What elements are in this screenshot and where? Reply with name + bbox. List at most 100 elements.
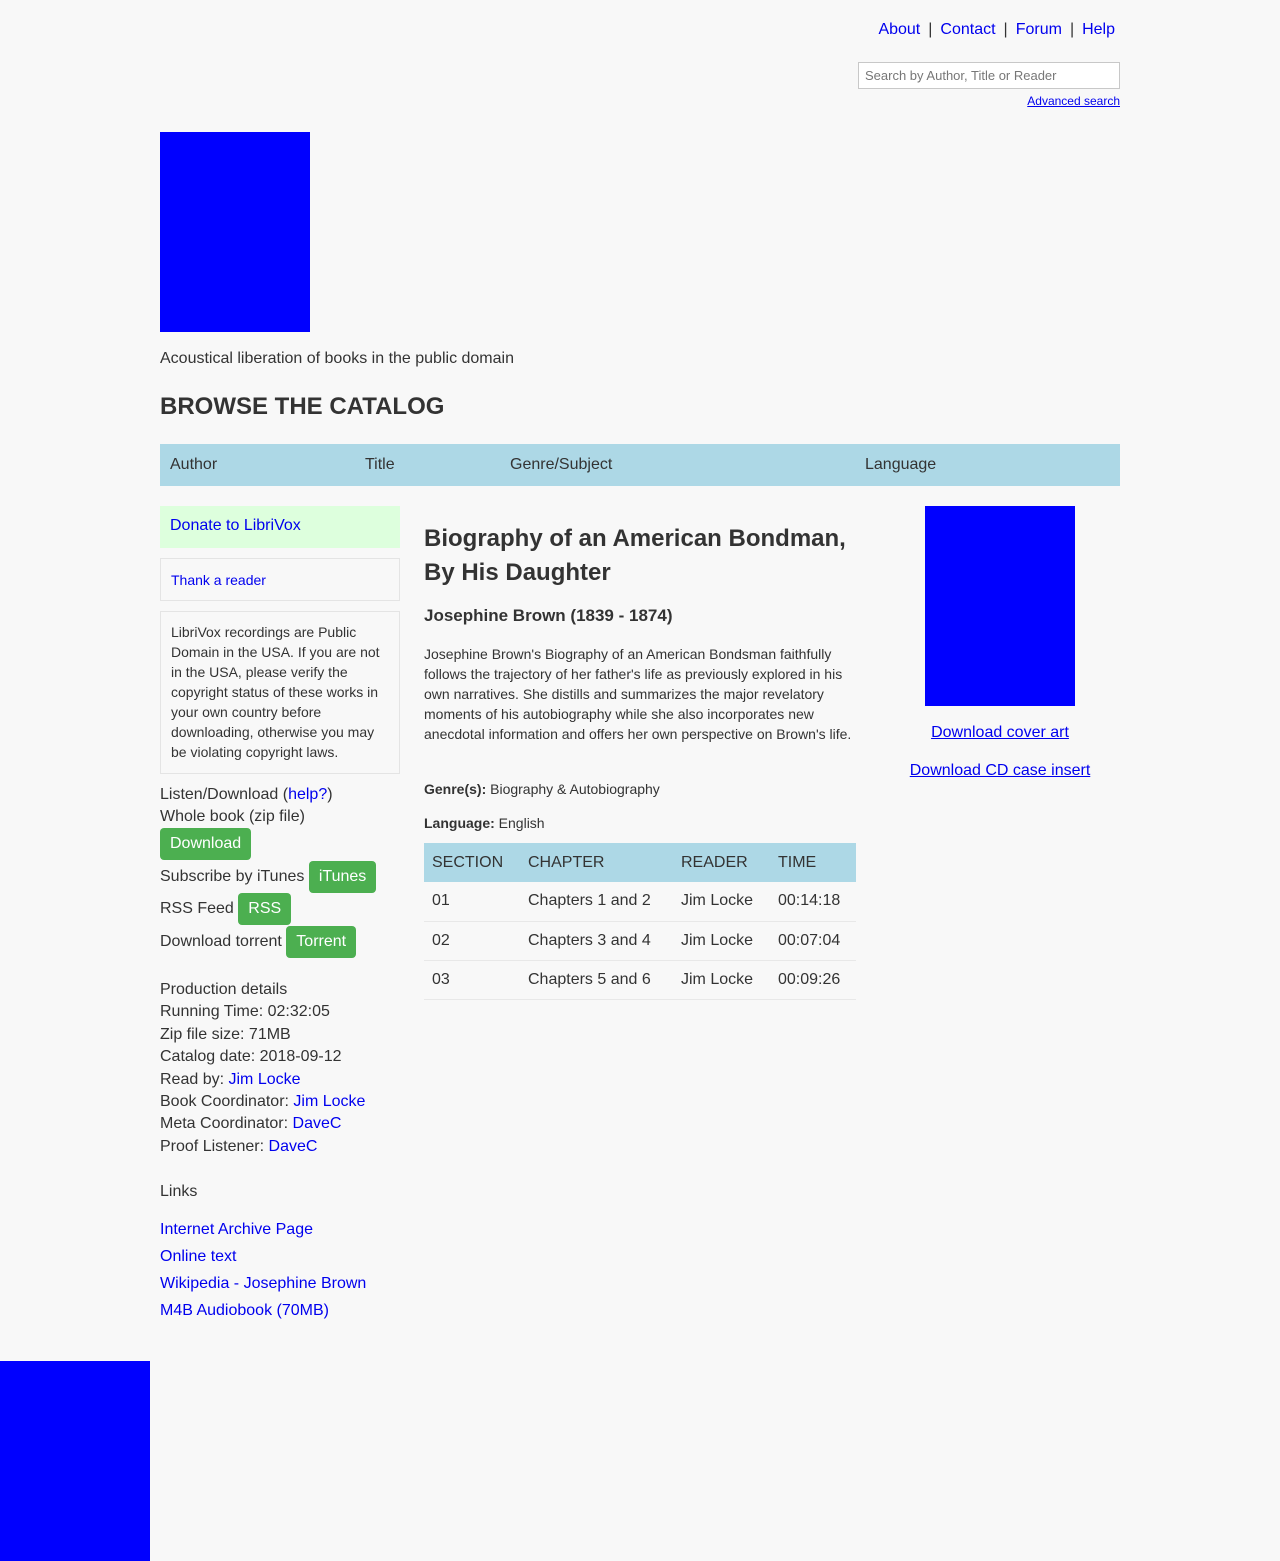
itunes-label: Subscribe by iTunes [160,868,305,886]
thank-reader-box: Thank a reader [160,558,400,601]
genre-line: Genre(s): Biography & Autobiography [424,779,660,799]
reader-name[interactable]: Jim Locke [673,921,770,961]
torrent-button[interactable]: Torrent [286,926,357,958]
running-time-line: Running Time: 02:32:05 [160,1001,420,1023]
sections-table: SECTION CHAPTER READER TIME 01 Chapters … [424,843,856,1000]
proof-listener-label: Proof Listener: [160,1137,265,1155]
donate-box: Donate to LibriVox [160,506,400,548]
catalog-tab-language[interactable]: Language [865,455,936,475]
genre-value: Biography & Autobiography [490,781,660,797]
table-row: 03 Chapters 5 and 6 Jim Locke 00:09:26 [424,960,856,1000]
whole-book-label: Whole book (zip file) [160,808,305,825]
rss-row: RSS Feed RSS [160,893,420,926]
section-time: 00:07:04 [770,921,856,961]
listen-download-close: ) [327,786,333,803]
book-coordinator-label: Book Coordinator: [160,1093,289,1111]
meta-coordinator-link[interactable]: DaveC [293,1115,342,1132]
advanced-search-link[interactable]: Advanced search [1027,94,1120,108]
nav-about-link[interactable]: About [878,21,920,38]
book-coordinator-link[interactable]: Jim Locke [293,1093,365,1110]
catalog-browse-bar: Author Title Genre/Subject Language [160,444,1120,486]
book-author: Josephine Brown (1839 - 1874) [424,606,673,625]
section-time: 00:09:26 [770,960,856,1000]
top-nav: About | Contact | Forum | Help [878,20,1115,40]
nav-separator: | [1069,21,1075,38]
production-heading: Production details [160,981,288,998]
nav-help-link[interactable]: Help [1082,21,1115,38]
itunes-row: Subscribe by iTunes iTunes [160,861,420,893]
catalog-tab-author[interactable]: Author [170,455,217,475]
rss-label: RSS Feed [160,900,234,918]
nav-separator: | [928,21,933,38]
section-number: 01 [424,882,520,922]
meta-coordinator-label: Meta Coordinator: [160,1115,289,1133]
site-logo-image[interactable] [160,132,310,332]
header-time: TIME [770,843,856,882]
m4b-audiobook-link[interactable]: M4B Audiobook (70MB) [160,1301,366,1328]
table-row: 02 Chapters 3 and 4 Jim Locke 00:07:04 [424,921,856,961]
internet-archive-link[interactable]: Internet Archive Page [160,1220,366,1247]
site-tagline: Acoustical liberation of books in the pu… [160,350,514,367]
nav-separator: | [1003,21,1008,38]
zip-size-value: 71MB [248,1025,291,1043]
reader-name[interactable]: Jim Locke [673,882,770,922]
listen-download-section: Listen/Download (help?) Whole book (zip … [160,784,420,959]
chapter-title[interactable]: Chapters 1 and 2 [520,882,673,922]
zip-size-label: Zip file size: [160,1025,245,1043]
listen-download-label: Listen/Download ( [160,786,289,803]
header-reader: READER [673,843,770,882]
download-button[interactable]: Download [160,828,252,860]
book-title: Biography of an American Bondman, By His… [424,525,846,586]
nav-forum-link[interactable]: Forum [1016,21,1062,38]
proof-listener-line: Proof Listener: DaveC [160,1136,420,1158]
torrent-label: Download torrent [160,933,282,951]
links-heading: Links [160,1183,198,1200]
genre-label: Genre(s): [424,781,487,797]
header-chapter: CHAPTER [520,843,673,882]
language-value: English [498,815,545,831]
download-row: Download [160,828,420,861]
book-description: Josephine Brown's Biography of an Americ… [424,646,852,742]
rss-button[interactable]: RSS [238,893,292,925]
links-list: Internet Archive Page Online text Wikipe… [160,1220,366,1328]
help-link[interactable]: help? [288,786,327,803]
catalog-date-label: Catalog date: [160,1048,256,1066]
chapter-title[interactable]: Chapters 3 and 4 [520,921,673,961]
language-label: Language: [424,815,495,831]
production-details: Production details Running Time: 02:32:0… [160,979,420,1158]
donate-link[interactable]: Donate to LibriVox [170,517,301,534]
nav-contact-link[interactable]: Contact [940,21,995,38]
reader-name[interactable]: Jim Locke [673,960,770,1000]
torrent-row: Download torrent Torrent [160,926,420,959]
language-line: Language: English [424,813,545,833]
running-time-label: Running Time: [160,1003,264,1021]
section-number: 02 [424,921,520,961]
catalog-date-line: Catalog date: 2018-09-12 [160,1046,420,1068]
book-coordinator-line: Book Coordinator: Jim Locke [160,1091,420,1113]
section-time: 00:14:18 [770,882,856,922]
read-by-link[interactable]: Jim Locke [229,1071,301,1088]
meta-coordinator-line: Meta Coordinator: DaveC [160,1113,420,1135]
table-row: 01 Chapters 1 and 2 Jim Locke 00:14:18 [424,882,856,922]
catalog-tab-genre[interactable]: Genre/Subject [510,455,612,475]
thank-reader-link[interactable]: Thank a reader [171,572,266,588]
running-time-value: 02:32:05 [267,1003,330,1021]
search-input[interactable] [858,62,1120,89]
header-section: SECTION [424,843,520,882]
itunes-button[interactable]: iTunes [308,861,377,893]
read-by-label: Read by: [160,1070,225,1088]
browse-catalog-heading: BROWSE THE CATALOG [160,393,445,420]
listen-download-heading: Listen/Download (help?) [160,784,420,806]
section-number: 03 [424,960,520,1000]
book-cover-image [925,506,1075,706]
download-cd-insert-link[interactable]: Download CD case insert [880,761,1120,781]
chapter-title[interactable]: Chapters 5 and 6 [520,960,673,1000]
zip-size-line: Zip file size: 71MB [160,1024,420,1046]
online-text-link[interactable]: Online text [160,1247,366,1274]
proof-listener-link[interactable]: DaveC [269,1138,318,1155]
wikipedia-link[interactable]: Wikipedia - Josephine Brown [160,1274,366,1301]
read-by-line: Read by: Jim Locke [160,1069,420,1091]
download-cover-art-link[interactable]: Download cover art [880,723,1120,743]
public-domain-notice: LibriVox recordings are Public Domain in… [160,611,400,774]
catalog-tab-title[interactable]: Title [365,455,395,475]
